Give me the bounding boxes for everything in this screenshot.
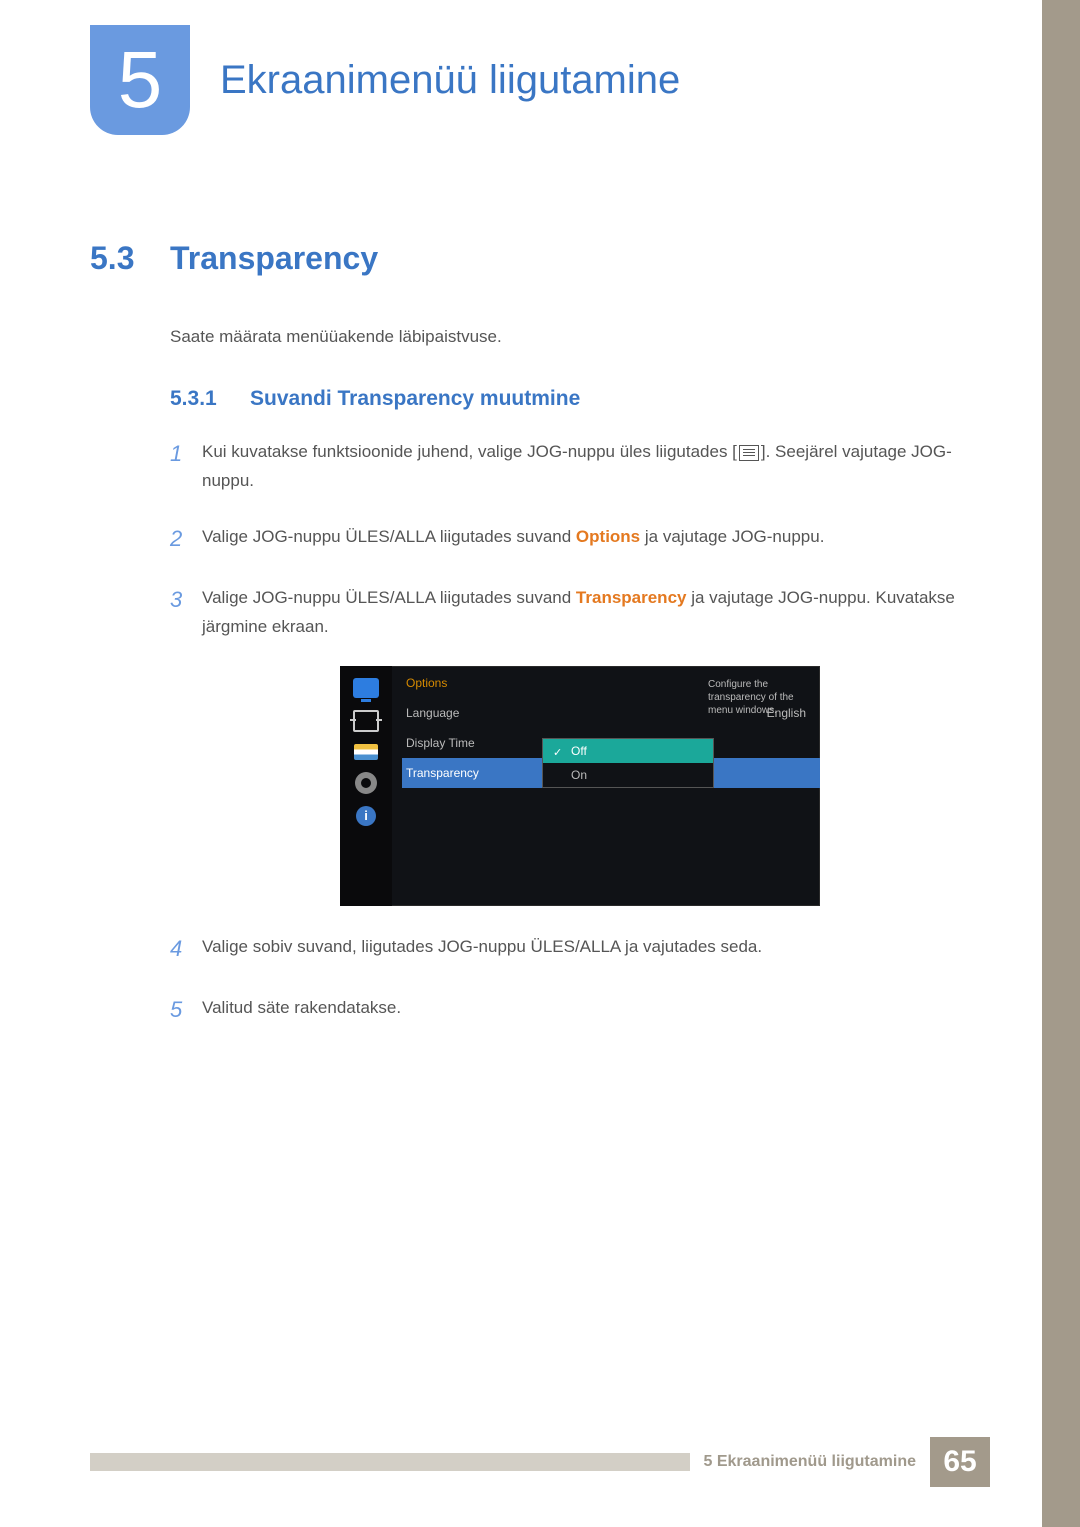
step-number: 5	[170, 991, 202, 1028]
step-item: 1 Kui kuvatakse funktsioonide juhend, va…	[170, 435, 990, 496]
step-text: Kui kuvatakse funktsioonide juhend, vali…	[202, 435, 990, 496]
info-icon: i	[356, 806, 376, 826]
step-text: Valige JOG-nuppu ÜLES/ALLA liigutades su…	[202, 520, 824, 557]
step-text: Valitud säte rakendatakse.	[202, 991, 401, 1028]
osd-sidebar: i	[340, 666, 392, 906]
step-item: 4 Valige sobiv suvand, liigutades JOG-nu…	[170, 930, 990, 967]
monitor-icon	[353, 678, 379, 698]
gear-icon	[355, 772, 377, 794]
step-number: 3	[170, 581, 202, 642]
footer-page-number: 65	[930, 1437, 990, 1487]
accent-sidebar	[1042, 0, 1080, 1527]
step-number: 4	[170, 930, 202, 967]
section-heading: 5.3 Transparency	[90, 240, 990, 277]
section-title: Transparency	[170, 240, 378, 277]
subsection-number: 5.3.1	[170, 387, 250, 411]
step-text: Valige sobiv suvand, liigutades JOG-nupp…	[202, 930, 762, 967]
chapter-header: 5 Ekraanimenüü liigutamine	[90, 0, 990, 140]
menu-icon	[739, 445, 759, 461]
steps-list: 1 Kui kuvatakse funktsioonide juhend, va…	[170, 435, 990, 1029]
check-icon	[553, 745, 565, 757]
osd-screenshot: i Options Language English Display Time …	[340, 666, 820, 906]
osd-option-off: Off	[543, 739, 713, 763]
list-icon	[354, 744, 378, 760]
chapter-title: Ekraanimenüü liigutamine	[220, 58, 680, 103]
chapter-number-badge: 5	[90, 25, 190, 135]
osd-help-text: Configure the transparency of the menu w…	[708, 678, 808, 717]
step-number: 1	[170, 435, 202, 496]
step-item: 2 Valige JOG-nuppu ÜLES/ALLA liigutades …	[170, 520, 990, 557]
step-number: 2	[170, 520, 202, 557]
step-item: 3 Valige JOG-nuppu ÜLES/ALLA liigutades …	[170, 581, 990, 642]
subsection-title: Suvandi Transparency muutmine	[250, 387, 580, 411]
footer-bar	[90, 1453, 690, 1471]
footer-label: 5 Ekraanimenüü liigutamine	[704, 1453, 917, 1471]
subsection-heading: 5.3.1 Suvandi Transparency muutmine	[170, 387, 990, 411]
resize-icon	[353, 710, 379, 732]
section-intro: Saate määrata menüüakende läbipaistvuse.	[170, 327, 990, 347]
osd-main-panel: Options Language English Display Time Tr…	[392, 666, 820, 906]
step-item: 5 Valitud säte rakendatakse.	[170, 991, 990, 1028]
section-number: 5.3	[90, 240, 170, 277]
step-text: Valige JOG-nuppu ÜLES/ALLA liigutades su…	[202, 581, 990, 642]
osd-option-on: On	[543, 763, 713, 787]
page-footer: 5 Ekraanimenüü liigutamine 65	[90, 1437, 990, 1487]
osd-dropdown: Off On	[542, 738, 714, 788]
